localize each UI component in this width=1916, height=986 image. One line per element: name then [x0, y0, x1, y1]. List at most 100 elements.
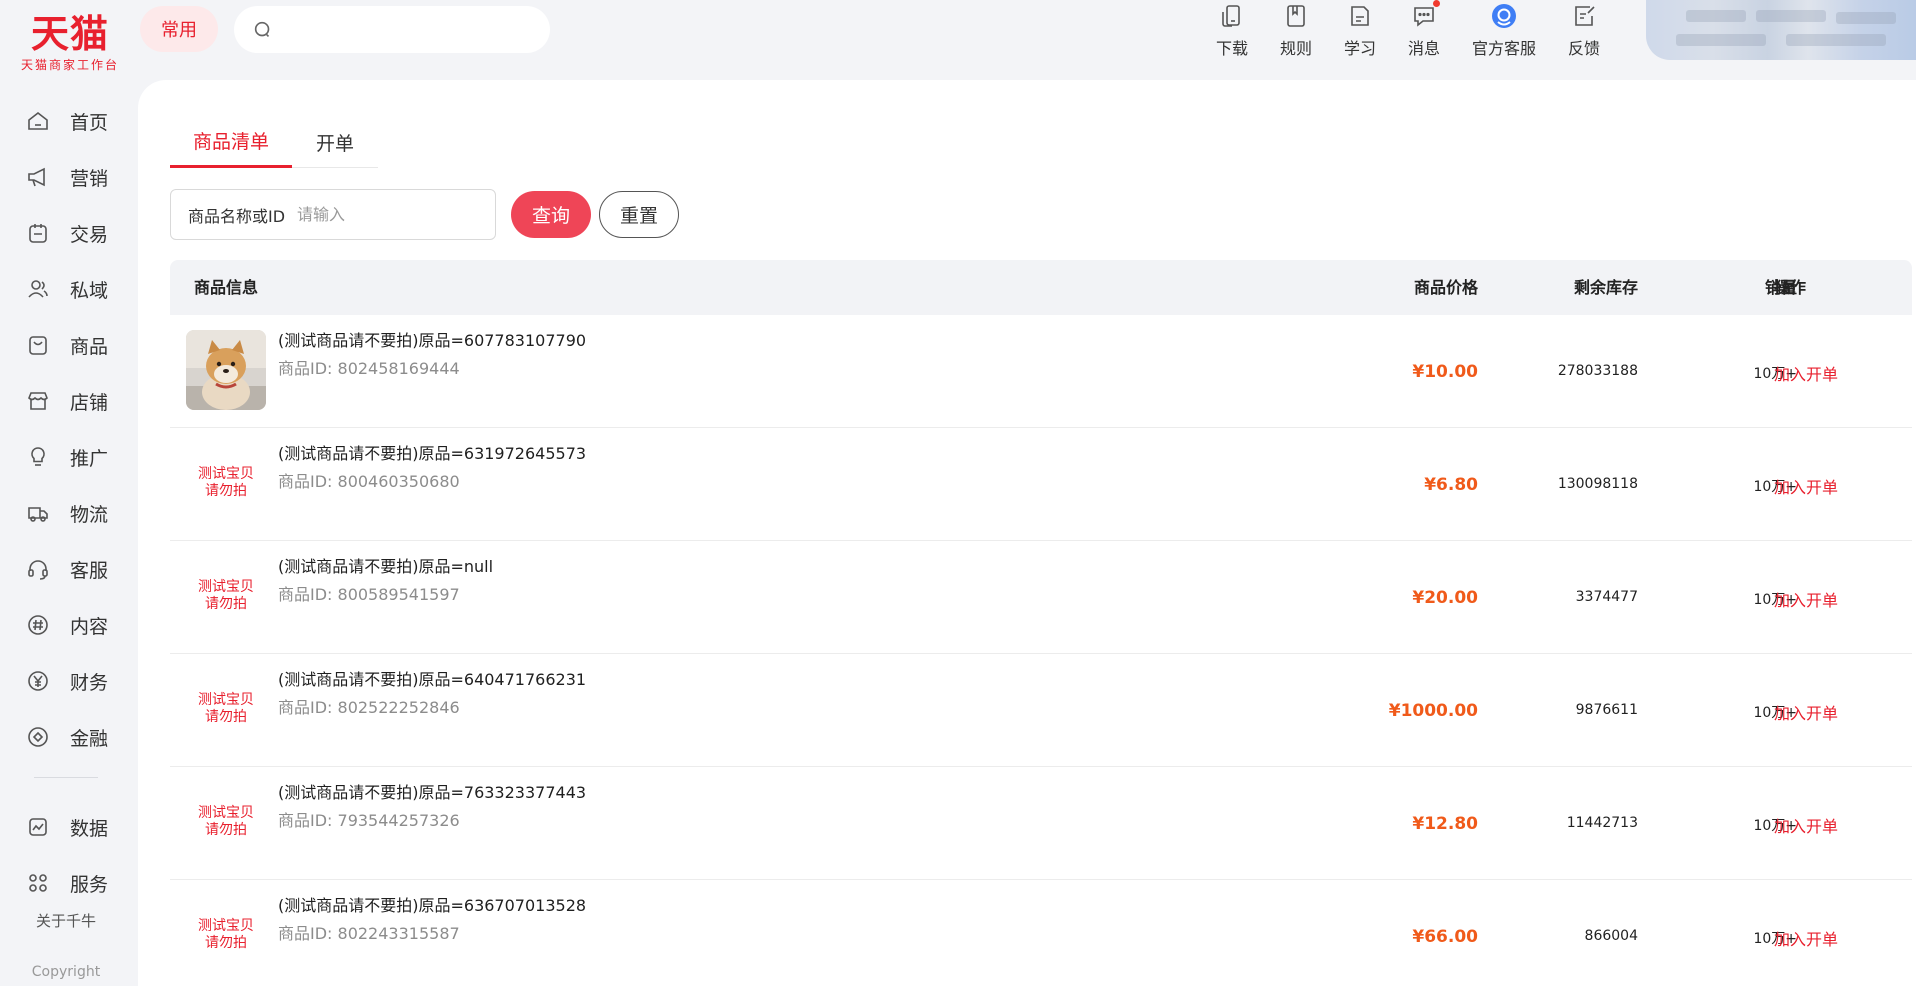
copyright-text: Copyright [31, 964, 101, 980]
sidebar-item-finance[interactable]: 财务 [26, 661, 108, 701]
sidebar-item-content[interactable]: 内容 [26, 605, 108, 645]
about-qianniu-link[interactable]: 关于千牛 [0, 910, 132, 931]
add-to-order-link[interactable]: 加入开单 [1774, 926, 1838, 950]
sidebar-item-trade[interactable]: 交易 [26, 213, 108, 253]
search-icon [254, 21, 270, 37]
tool-official-service[interactable]: 官方客服 [1472, 0, 1536, 59]
sidebar-item-banking[interactable]: 金融 [26, 717, 108, 757]
bulb-icon [31, 447, 45, 466]
tool-message[interactable]: 消息 [1392, 0, 1456, 59]
chart-icon [29, 818, 47, 836]
store-icon [28, 392, 48, 410]
tool-rules[interactable]: 规则 [1264, 0, 1328, 59]
tab-goods-list[interactable]: 商品清单 [170, 116, 292, 168]
headset-icon [28, 560, 48, 580]
goods-price: ¥20.00 [1412, 588, 1478, 608]
goods-thumbnail-placeholder[interactable]: 测试宝贝 请勿拍 [186, 669, 266, 749]
sidebar-item-service[interactable]: 客服 [26, 549, 108, 589]
table-row: 测试宝贝 请勿拍 (测试商品请不要拍)原品=763323377443 商品ID:… [170, 767, 1912, 880]
table-row: 测试宝贝 请勿拍 (测试商品请不要拍)原品=636707013528 商品ID:… [170, 880, 1912, 986]
goods-table: 商品信息 商品价格 剩余库存 销量 操作 (测试商品请不要拍)原品=607783… [170, 260, 1912, 986]
sidebar-item-goods[interactable]: 商品 [26, 325, 108, 365]
add-to-order-link[interactable]: 加入开单 [1774, 700, 1838, 724]
goods-name: (测试商品请不要拍)原品=null [278, 557, 494, 576]
thumb-line: 请勿拍 [205, 483, 247, 499]
goods-thumbnail-placeholder[interactable]: 测试宝贝 请勿拍 [186, 782, 266, 862]
table-row: 测试宝贝 请勿拍 (测试商品请不要拍)原品=631972645573 商品ID:… [170, 428, 1912, 541]
megaphone-icon [28, 167, 45, 187]
goods-stock: 278033188 [1557, 363, 1638, 379]
logo-main-text: 天猫 [30, 11, 109, 56]
tab-open-order[interactable]: 开单 [292, 116, 378, 168]
tool-feedback[interactable]: 反馈 [1552, 0, 1616, 59]
main-panel: 商品清单 开单 商品名称或ID 查询 重置 商品信息 商品价格 剩余库存 销量 … [138, 80, 1916, 986]
sidebar-item-label: 金融 [70, 727, 109, 750]
search-box[interactable] [234, 6, 550, 53]
unread-dot [1433, 0, 1440, 7]
bag-icon [29, 336, 47, 355]
goods-price: ¥12.80 [1412, 814, 1478, 834]
add-to-order-link[interactable]: 加入开单 [1774, 474, 1838, 498]
user-profile-blurred[interactable] [1646, 0, 1916, 60]
table-row: (测试商品请不要拍)原品=607783107790 商品ID: 80245816… [170, 315, 1912, 428]
add-to-order-link[interactable]: 加入开单 [1774, 587, 1838, 611]
feedback-icon [1575, 6, 1595, 26]
goods-stock: 9876611 [1575, 702, 1638, 718]
tmall-logo[interactable]: 天猫 天猫商家工作台 [20, 11, 120, 73]
sidebar-item-label: 推广 [70, 447, 109, 470]
goods-price: ¥6.80 [1424, 475, 1478, 495]
reset-button[interactable]: 重置 [599, 191, 679, 238]
goods-price: ¥10.00 [1412, 362, 1478, 382]
sidebar-item-label: 客服 [70, 559, 109, 582]
table-row: 测试宝贝 请勿拍 (测试商品请不要拍)原品=null 商品ID: 8005895… [170, 541, 1912, 654]
sidebar-item-label: 内容 [70, 615, 109, 638]
sidebar-item-data[interactable]: 数据 [26, 807, 108, 847]
thumb-line: 测试宝贝 [198, 692, 254, 708]
sidebar-item-services[interactable]: 服务 [26, 863, 108, 903]
goods-id: 商品ID: 800460350680 [278, 472, 460, 491]
thumb-line: 测试宝贝 [198, 805, 254, 821]
header-price: 商品价格 [1413, 278, 1478, 297]
top-bar: 天猫 天猫商家工作台 常用 下载 规则 学习 消息 官方客服 反馈 [0, 0, 1916, 80]
goods-name-or-id-input[interactable] [297, 205, 478, 224]
filter-label: 商品名称或ID [188, 206, 286, 226]
sidebar-item-promotion[interactable]: 推广 [26, 437, 108, 477]
goods-thumbnail-placeholder[interactable]: 测试宝贝 请勿拍 [186, 895, 266, 975]
sidebar-item-store[interactable]: 店铺 [26, 381, 108, 421]
grid-icon [29, 874, 47, 892]
sidebar-item-label: 数据 [70, 817, 109, 840]
tool-download[interactable]: 下载 [1200, 0, 1264, 59]
thumb-line: 测试宝贝 [198, 466, 254, 482]
search-input[interactable] [284, 20, 524, 39]
goods-id: 商品ID: 802522252846 [278, 698, 460, 717]
thumb-line: 请勿拍 [205, 596, 247, 612]
sidebar-item-label: 商品 [70, 335, 109, 358]
header-action: 操作 [1774, 278, 1807, 297]
add-to-order-link[interactable]: 加入开单 [1774, 361, 1838, 385]
sidebar-item-private[interactable]: 私域 [26, 269, 108, 309]
goods-thumbnail-placeholder[interactable]: 测试宝贝 请勿拍 [186, 443, 266, 523]
sidebar-item-marketing[interactable]: 营销 [26, 157, 108, 197]
thumb-line: 测试宝贝 [198, 918, 254, 934]
tool-learn[interactable]: 学习 [1328, 0, 1392, 59]
sidebar-item-label: 营销 [70, 167, 109, 190]
goods-stock: 866004 [1584, 928, 1638, 944]
goods-thumbnail[interactable] [186, 330, 266, 410]
query-button[interactable]: 查询 [511, 191, 591, 238]
sidebar-item-label: 首页 [70, 111, 109, 134]
home-icon [28, 111, 48, 130]
sidebar-item-home[interactable]: 首页 [26, 101, 108, 141]
goods-thumbnail-placeholder[interactable]: 测试宝贝 请勿拍 [186, 556, 266, 636]
goods-stock: 3374477 [1575, 589, 1638, 605]
sidebar-divider [34, 777, 98, 778]
goods-stock: 11442713 [1566, 815, 1638, 831]
tool-label: 学习 [1343, 39, 1376, 58]
sidebar-item-logistics[interactable]: 物流 [26, 493, 108, 533]
tab-bar: 商品清单 开单 [170, 116, 378, 168]
add-to-order-link[interactable]: 加入开单 [1774, 813, 1838, 837]
goods-name-or-id-field[interactable]: 商品名称或ID [170, 189, 496, 240]
thumb-line: 请勿拍 [205, 822, 247, 838]
common-button[interactable]: 常用 [140, 6, 218, 52]
tool-label: 反馈 [1567, 39, 1600, 58]
sidebar-item-label: 财务 [70, 671, 109, 694]
